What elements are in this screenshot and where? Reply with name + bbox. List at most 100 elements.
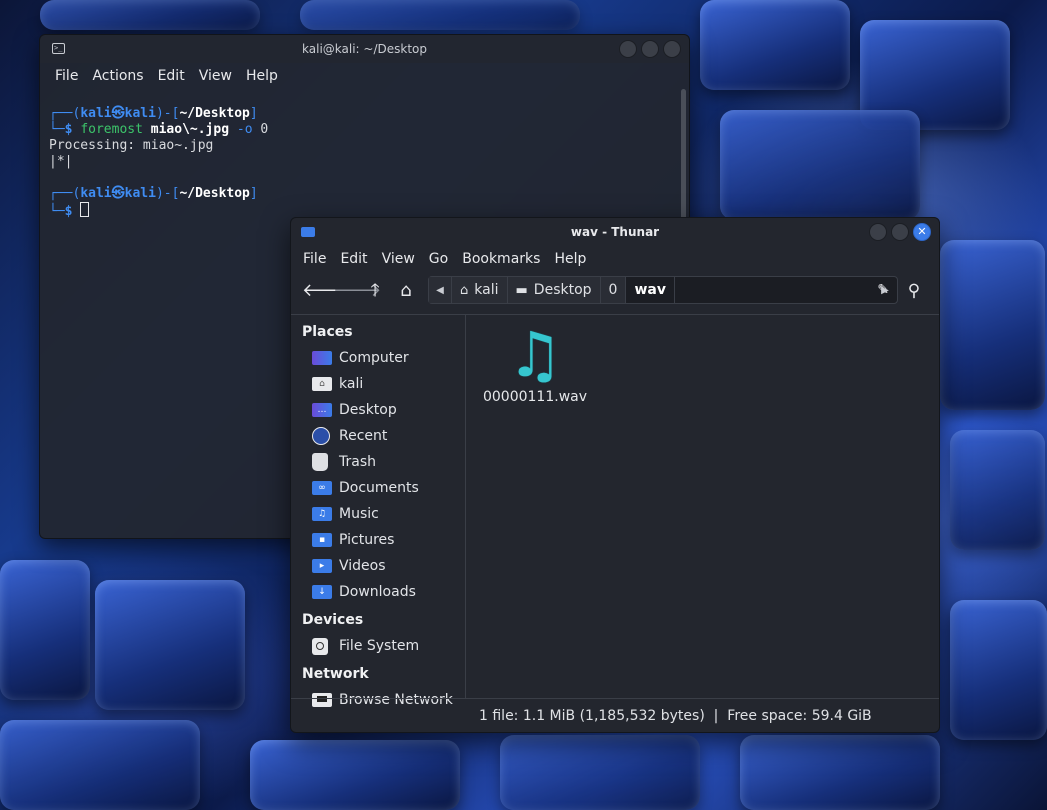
desktop-folder-icon: … <box>312 403 332 417</box>
terminal-titlebar[interactable]: >_ kali@kali: ~/Desktop <box>40 35 689 63</box>
minimize-button[interactable] <box>869 223 887 241</box>
prompt-host: kali <box>124 186 156 201</box>
command-flag: -o <box>236 122 253 137</box>
videos-folder-icon: ▸ <box>312 559 332 573</box>
sidebar-item-kali[interactable]: ⌂ kali <box>291 371 465 397</box>
menu-help[interactable]: Help <box>239 68 285 84</box>
thunar-toolbar: 🡐 🡒 🡑 ⌂ ◀ ⌂ kali ▬ Desktop 0 wav ✎ ▶ ⚲ <box>291 272 939 308</box>
prompt-dir: ~/Desktop <box>179 106 250 121</box>
close-button[interactable] <box>663 40 681 58</box>
sidebar-item-label: Documents <box>339 480 419 496</box>
file-manager-window[interactable]: wav - Thunar ✕ File Edit View Go Bookmar… <box>290 217 940 733</box>
menu-file[interactable]: File <box>296 251 333 267</box>
home-icon[interactable]: ⌂ <box>395 280 417 302</box>
prompt-user: kali <box>80 186 112 201</box>
command-arg: miao\~.jpg <box>150 122 230 137</box>
breadcrumb-label: 0 <box>608 282 618 298</box>
sidebar-item-label: Recent <box>339 428 388 444</box>
pictures-folder-icon: ▪ <box>312 533 332 547</box>
close-button[interactable]: ✕ <box>913 223 931 241</box>
breadcrumb-desktop[interactable]: ▬ Desktop <box>507 277 601 303</box>
path-scroll-left-icon[interactable]: ◀ <box>429 277 452 303</box>
sidebar-item-label: Pictures <box>339 532 395 548</box>
trash-icon <box>312 453 328 471</box>
output-progress: |*| <box>49 154 73 169</box>
documents-folder-icon: ∞ <box>312 481 332 495</box>
breadcrumb-kali[interactable]: ⌂ kali <box>452 277 508 303</box>
sidebar-header-devices: Devices <box>302 612 364 628</box>
forward-arrow-icon[interactable]: 🡒 <box>333 280 381 302</box>
maximize-button[interactable] <box>641 40 659 58</box>
menu-edit[interactable]: Edit <box>333 251 374 267</box>
menu-go[interactable]: Go <box>422 251 455 267</box>
file-view[interactable]: ♫ 00000111.wav <box>466 315 939 699</box>
terminal-title: kali@kali: ~/Desktop <box>302 42 427 56</box>
sidebar-item-label: Music <box>339 506 379 522</box>
audio-file-icon: ♫ <box>507 318 563 391</box>
sidebar-item-label: Trash <box>339 454 376 470</box>
maximize-button[interactable] <box>891 223 909 241</box>
command-name: foremost <box>80 122 143 137</box>
menu-help[interactable]: Help <box>547 251 593 267</box>
desktop-icon: ▬ <box>515 282 528 298</box>
music-folder-icon: ♫ <box>312 507 332 521</box>
menu-view[interactable]: View <box>375 251 422 267</box>
recent-clock-icon <box>312 427 330 445</box>
file-item[interactable]: ♫ 00000111.wav <box>480 318 590 406</box>
back-arrow-icon[interactable]: 🡐 <box>302 280 350 302</box>
location-bar[interactable]: ◀ ⌂ kali ▬ Desktop 0 wav ✎ <box>428 276 898 304</box>
sidebar-item-music[interactable]: ♫ Music <box>291 501 465 527</box>
sidebar-item-recent[interactable]: Recent <box>291 423 465 449</box>
terminal-menubar: File Actions Edit View Help <box>40 63 689 89</box>
breadcrumb-label: kali <box>474 282 499 298</box>
computer-icon <box>312 351 332 365</box>
home-folder-icon: ⌂ <box>312 377 332 391</box>
location-entry[interactable]: ✎ <box>675 277 897 303</box>
sidebar-item-label: File System <box>339 638 420 654</box>
folder-icon <box>301 227 315 237</box>
file-name: 00000111.wav <box>482 389 588 405</box>
sidebar-item-desktop[interactable]: … Desktop <box>291 397 465 423</box>
path-scroll-right-icon[interactable]: ▶ <box>874 276 896 304</box>
content-area: Places Computer ⌂ kali … Desktop Recent Tr… <box>291 314 939 708</box>
statusbar: 1 file: 1.1 MiB (1,185,532 bytes) | Free… <box>291 698 939 732</box>
home-icon: ⌂ <box>460 282 469 298</box>
search-icon[interactable]: ⚲ <box>903 280 925 302</box>
sidebar-item-label: kali <box>339 376 364 392</box>
prompt-host: kali <box>124 106 156 121</box>
sidebar-item-label: Desktop <box>339 402 397 418</box>
breadcrumb-label: wav <box>634 282 666 298</box>
prompt-dir: ~/Desktop <box>179 186 250 201</box>
command-arg2: 0 <box>260 122 269 137</box>
output-line: Processing: miao~.jpg <box>49 138 214 153</box>
sidebar-item-downloads[interactable]: ↓ Downloads <box>291 579 465 605</box>
menu-actions[interactable]: Actions <box>85 68 150 84</box>
menu-view[interactable]: View <box>192 68 239 84</box>
sidebar-item-label: Videos <box>339 558 386 574</box>
sidebar-item-label: Downloads <box>339 584 416 600</box>
menu-file[interactable]: File <box>48 68 85 84</box>
thunar-menubar: File Edit View Go Bookmarks Help <box>291 246 939 272</box>
breadcrumb-wav[interactable]: wav <box>626 277 675 303</box>
sidebar-item-videos[interactable]: ▸ Videos <box>291 553 465 579</box>
sidebar-item-trash[interactable]: Trash <box>291 449 465 475</box>
status-text: 1 file: 1.1 MiB (1,185,532 bytes) | Free… <box>479 707 872 724</box>
sidebar-item-documents[interactable]: ∞ Documents <box>291 475 465 501</box>
menu-edit[interactable]: Edit <box>151 68 192 84</box>
downloads-folder-icon: ↓ <box>312 585 332 599</box>
sidebar-item-pictures[interactable]: ▪ Pictures <box>291 527 465 553</box>
sidebar-item-file-system[interactable]: File System <box>291 633 465 659</box>
prompt-at-symbol: ㉿ <box>111 106 125 121</box>
thunar-titlebar[interactable]: wav - Thunar ✕ <box>291 218 939 246</box>
up-arrow-icon[interactable]: 🡑 <box>364 280 386 302</box>
breadcrumb-0[interactable]: 0 <box>600 277 627 303</box>
sidebar-item-computer[interactable]: Computer <box>291 345 465 371</box>
text-cursor <box>80 202 90 217</box>
menu-bookmarks[interactable]: Bookmarks <box>455 251 547 267</box>
drive-icon <box>312 637 328 655</box>
prompt-at-symbol: ㉿ <box>111 186 125 201</box>
minimize-button[interactable] <box>619 40 637 58</box>
breadcrumb-label: Desktop <box>533 282 592 298</box>
sidebar: Places Computer ⌂ kali … Desktop Recent Tr… <box>291 315 466 708</box>
terminal-icon: >_ <box>52 43 65 54</box>
